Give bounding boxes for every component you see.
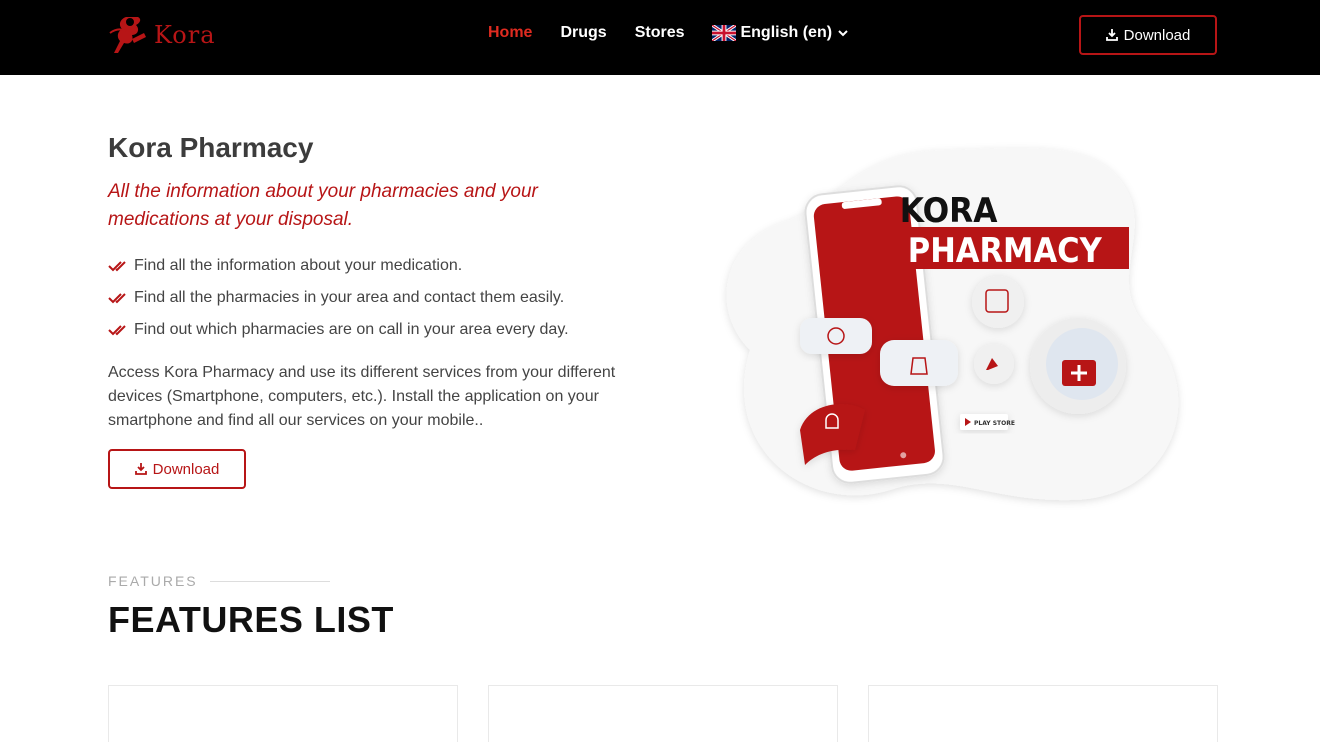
checklist-item: Find all the pharmacies in your area and… xyxy=(108,282,569,314)
checklist-item: Find out which pharmacies are on call in… xyxy=(108,314,569,346)
play-store-label: PLAY STORE xyxy=(974,420,1015,427)
kicker-divider xyxy=(209,580,330,582)
kora-pharmacy-illustration: KORA PHARMACY PLAY STORE xyxy=(726,148,1179,501)
hero-subtitle: All the information about your pharmacie… xyxy=(108,181,538,230)
header-download-button[interactable]: Download xyxy=(1079,15,1217,55)
logo-icon xyxy=(109,17,146,53)
header-download-label: Download xyxy=(1123,26,1191,44)
illustration-title-line1: KORA xyxy=(900,191,998,231)
features-kicker: FEATURES xyxy=(108,573,330,589)
features-kicker-label: FEATURES xyxy=(108,573,198,589)
checklist-text: Find all the pharmacies in your area and… xyxy=(134,289,565,306)
feature-card xyxy=(868,685,1218,742)
calendar-circle xyxy=(972,276,1024,328)
hero-download-button[interactable]: Download xyxy=(108,449,246,489)
features-title: FEATURES LIST xyxy=(108,599,394,640)
checklist-text: Find out which pharmacies are on call in… xyxy=(134,321,569,338)
top-navbar: Kora Home Drugs Stores English (en) Down… xyxy=(0,0,1320,75)
uk-flag-icon xyxy=(712,25,737,41)
double-check-icon xyxy=(108,293,126,304)
logo-text: Kora xyxy=(154,21,216,49)
feature-card xyxy=(108,685,458,742)
logo[interactable]: Kora xyxy=(108,12,216,58)
hero-title: Kora Pharmacy xyxy=(108,132,314,163)
hero-description: Access Kora Pharmacy and use its differe… xyxy=(108,364,616,429)
feature-card xyxy=(488,685,838,742)
feature-checklist: Find all the information about your medi… xyxy=(108,250,569,346)
checklist-item: Find all the information about your medi… xyxy=(108,250,569,282)
nav-home[interactable]: Home xyxy=(488,24,532,42)
nav-stores[interactable]: Stores xyxy=(635,24,685,42)
bag-bubble xyxy=(880,340,958,386)
hero-download-label: Download xyxy=(152,460,220,478)
download-icon xyxy=(134,463,147,475)
download-icon xyxy=(1105,29,1118,41)
chevron-down-icon xyxy=(838,30,848,37)
checklist-text: Find all the information about your medi… xyxy=(134,257,463,274)
nav-drugs[interactable]: Drugs xyxy=(560,24,606,42)
user-bubble xyxy=(800,318,872,354)
language-label: English (en) xyxy=(740,24,833,41)
illustration-title-line2: PHARMACY xyxy=(908,230,1102,270)
double-check-icon xyxy=(108,261,126,272)
main-nav: Home Drugs Stores English (en) xyxy=(488,24,848,42)
double-check-icon xyxy=(108,325,126,336)
language-selector[interactable]: English (en) xyxy=(712,24,848,42)
